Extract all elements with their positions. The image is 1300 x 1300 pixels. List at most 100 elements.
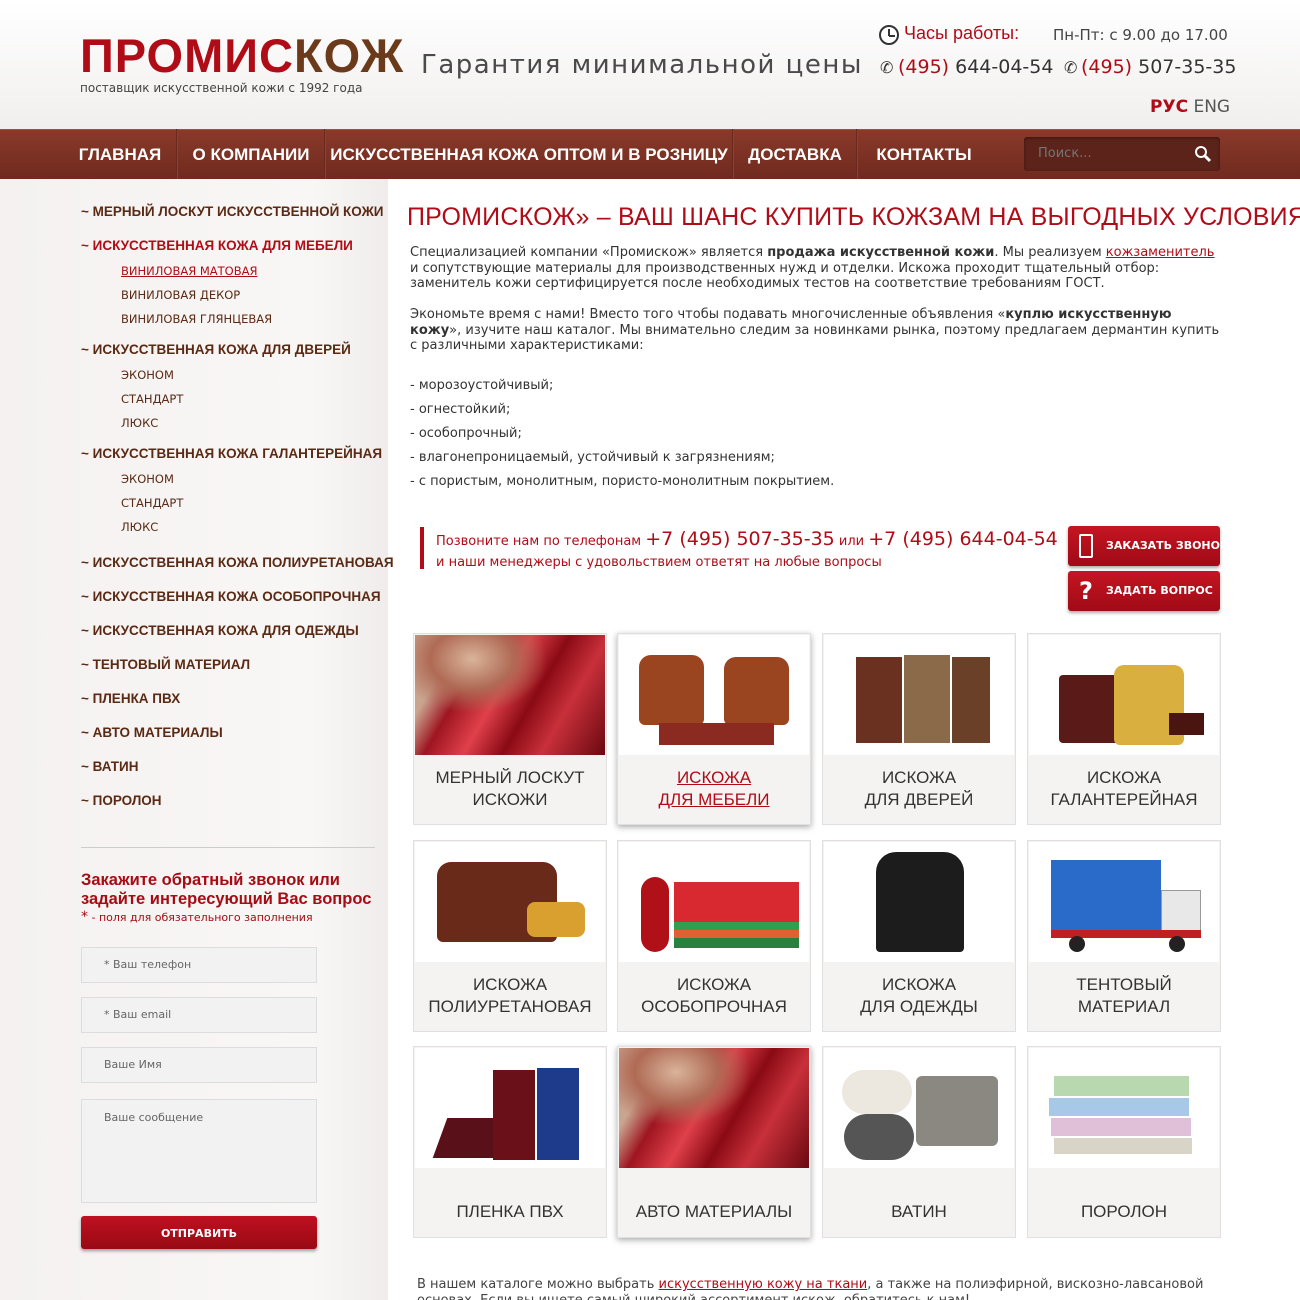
sidebar-sub-econom[interactable]: ЭКОНОМ (121, 368, 174, 382)
category-card[interactable]: ПЛЕНКА ПВХ (413, 1046, 607, 1238)
search-icon[interactable] (1194, 145, 1212, 163)
category-card[interactable]: ИСКОЖА ПОЛИУРЕТАНОВАЯ (413, 840, 607, 1032)
armchairs-photo (619, 635, 809, 755)
phone-number: 644-04-54 (949, 56, 1054, 78)
mats-photo (619, 842, 809, 962)
phone-code: (495) (1081, 56, 1133, 78)
question-icon: ? (1079, 577, 1093, 605)
sidebar-item-heavy-duty[interactable]: ~ ИСКУССТВЕННАЯ КОЖА ОСОБОПРОЧНАЯ (81, 589, 381, 604)
nav-contacts[interactable]: КОНТАКТЫ (858, 129, 990, 179)
button-label: ЗАДАТЬ ВОПРОС (1106, 584, 1213, 597)
category-card[interactable]: АВТО МАТЕРИАЛЫ (617, 1046, 811, 1238)
jacket-photo (824, 842, 1014, 962)
card-label-line1: МЕРНЫЙ ЛОСКУТ (435, 768, 585, 787)
text: Позвоните нам по телефонам (436, 534, 646, 549)
sidebar-item-furniture[interactable]: ~ ИСКУССТВЕННАЯ КОЖА ДЛЯ МЕБЕЛИ (81, 238, 353, 253)
card-label: ВАТИН (823, 1201, 1015, 1223)
call-us-line: Позвоните нам по телефонам +7 (495) 507-… (436, 528, 1058, 550)
card-label: ИСКОЖА ДЛЯ МЕБЕЛИ (618, 767, 810, 811)
nav-home[interactable]: ГЛАВНАЯ (64, 129, 176, 179)
call-phone-2[interactable]: +7 (495) 644-04-54 (868, 528, 1058, 550)
name-field[interactable]: Ваше Имя (81, 1047, 317, 1083)
lang-ru[interactable]: РУС (1150, 97, 1188, 117)
required-note: * - поля для обязательного заполнения (81, 909, 313, 925)
sidebar-item-polyurethane[interactable]: ~ ИСКУССТВЕННАЯ КОЖА ПОЛИУРЕТАНОВАЯ (81, 555, 394, 570)
page-title: ПРОМИСКОЖ» – ВАШ ШАНС КУПИТЬ КОЖЗАМ НА В… (407, 203, 1300, 231)
sidebar-item-haberdashery[interactable]: ~ ИСКУССТВЕННАЯ КОЖА ГАЛАНТЕРЕЙНАЯ (81, 446, 382, 461)
card-label-line1: АВТО МАТЕРИАЛЫ (635, 1202, 793, 1221)
card-label-line1: ИСКОЖА (881, 768, 957, 787)
intro-paragraph: Специализацией компании «Промискож» явля… (410, 245, 1225, 292)
link-fabric-leather[interactable]: искусственную кожу на ткани (659, 1277, 868, 1292)
card-label-line1: ВАТИН (891, 1202, 947, 1221)
logo-tagline: поставщик искусственной кожи с 1992 года (80, 81, 363, 95)
header-phone-1[interactable]: (495) 644-04-54 (898, 56, 1053, 78)
text: или (834, 534, 869, 549)
category-card[interactable]: ИСКОЖА ДЛЯ ОДЕЖДЫ (822, 840, 1016, 1032)
lang-en[interactable]: ENG (1193, 97, 1230, 117)
card-label-line1: ИСКОЖА (881, 975, 957, 994)
sidebar-item-foam[interactable]: ~ ПОРОЛОН (81, 793, 162, 808)
email-field[interactable]: * Ваш email (81, 997, 317, 1033)
sidebar-sub-decor[interactable]: ВИНИЛОВАЯ ДЕКОР (121, 288, 240, 302)
feature-item: - огнестойкий; (410, 402, 511, 417)
card-label-line2: ДЛЯ ОДЕЖДЫ (860, 997, 978, 1016)
sidebar-item-tent[interactable]: ~ ТЕНТОВЫЙ МАТЕРИАЛ (81, 657, 250, 672)
sidebar-item-doors[interactable]: ~ ИСКУССТВЕННАЯ КОЖА ДЛЯ ДВЕРЕЙ (81, 342, 351, 357)
second-paragraph: Экономьте время с нами! Вместо того чтоб… (410, 307, 1225, 354)
sidebar-item-batting[interactable]: ~ ВАТИН (81, 759, 139, 774)
nav-catalog[interactable]: ИСКУССТВЕННАЯ КОЖА ОПТОМ И В РОЗНИЦУ (326, 129, 732, 179)
category-card[interactable]: ПОРОЛОН (1027, 1046, 1221, 1238)
submit-button[interactable]: ОТПРАВИТЬ (81, 1216, 317, 1249)
sidebar-item-clothing[interactable]: ~ ИСКУССТВЕННАЯ КОЖА ДЛЯ ОДЕЖДЫ (81, 623, 359, 638)
card-label-line1: ТЕНТОВЫЙ (1076, 975, 1172, 994)
sidebar-item-auto[interactable]: ~ АВТО МАТЕРИАЛЫ (81, 725, 223, 740)
bags-photo (1029, 635, 1219, 755)
sidebar-sub-lux[interactable]: ЛЮКС (121, 520, 158, 534)
sidebar-sub-standard[interactable]: СТАНДАРТ (121, 392, 183, 406)
call-phone-1[interactable]: +7 (495) 507-35-35 (645, 528, 835, 550)
card-label: МЕРНЫЙ ЛОСКУТ ИСКОЖИ (414, 767, 606, 811)
sidebar-sub-standard[interactable]: СТАНДАРТ (121, 496, 183, 510)
phone-code: (495) (898, 56, 950, 78)
feature-item: - влагонепроницаемый, устойчивый к загря… (410, 450, 775, 465)
ask-question-button[interactable]: ? ЗАДАТЬ ВОПРОС (1068, 571, 1220, 611)
sidebar-sub-glossy[interactable]: ВИНИЛОВАЯ ГЛЯНЦЕВАЯ (121, 312, 272, 326)
sidebar-item-scraps[interactable]: ~ МЕРНЫЙ ЛОСКУТ ИСКУССТВЕННОЙ КОЖИ (81, 204, 384, 219)
rolls-photo (824, 1048, 1014, 1168)
order-call-button[interactable]: ЗАКАЗАТЬ ЗВОНОК (1068, 526, 1229, 566)
nav-about[interactable]: О КОМПАНИИ (178, 129, 324, 179)
category-card[interactable]: ИСКОЖА ДЛЯ ДВЕРЕЙ (822, 633, 1016, 825)
button-label: ЗАКАЗАТЬ ЗВОНОК (1106, 539, 1229, 552)
link-leather-substitute[interactable]: кожзаменитель (1106, 245, 1215, 260)
card-label-line2: ПОЛИУРЕТАНОВАЯ (428, 997, 592, 1016)
search-box (1024, 137, 1220, 171)
category-card[interactable]: ИСКОЖА ОСОБОПРОЧНАЯ (617, 840, 811, 1032)
feature-item: - морозоустойчивый; (410, 378, 554, 393)
card-label-line2: ДЛЯ МЕБЕЛИ (658, 790, 770, 809)
category-card[interactable]: ИСКОЖА ГАЛАНТЕРЕЙНАЯ (1027, 633, 1221, 825)
header-phone-2[interactable]: (495) 507-35-35 (1081, 56, 1236, 78)
text: Экономьте время с нами! Вместо того чтоб… (410, 307, 1006, 322)
header-slogan: Гарантия минимальной цены (421, 50, 863, 80)
feature-item: - особопрочный; (410, 426, 522, 441)
sidebar-item-pvc[interactable]: ~ ПЛЕНКА ПВХ (81, 691, 180, 706)
phone-field[interactable]: * Ваш телефон (81, 947, 317, 983)
nav-delivery[interactable]: ДОСТАВКА (734, 129, 856, 179)
category-card[interactable]: МЕРНЫЙ ЛОСКУТ ИСКОЖИ (413, 633, 607, 825)
search-input[interactable] (1038, 137, 1188, 171)
sidebar-sub-matte[interactable]: ВИНИЛОВАЯ МАТОВАЯ (121, 264, 257, 278)
sidebar-sub-econom[interactable]: ЭКОНОМ (121, 472, 174, 486)
site-logo[interactable]: ПРОМИСКОЖ (80, 32, 404, 80)
callback-form-title: Закажите обратный звонок или задайте инт… (81, 871, 372, 908)
category-card[interactable]: ВАТИН (822, 1046, 1016, 1238)
text: и сопутствующие материалы для производст… (410, 260, 1160, 292)
feature-item: - с пористым, монолитным, пористо-моноли… (410, 474, 835, 489)
category-card[interactable]: ИСКОЖА ДЛЯ МЕБЕЛИ (617, 633, 811, 825)
sidebar-sub-lux[interactable]: ЛЮКС (121, 416, 158, 430)
message-field[interactable]: Ваше сообщение (81, 1099, 317, 1203)
card-label: ПОРОЛОН (1028, 1201, 1220, 1223)
category-card[interactable]: ТЕНТОВЫЙ МАТЕРИАЛ (1027, 840, 1221, 1032)
card-label: ТЕНТОВЫЙ МАТЕРИАЛ (1028, 974, 1220, 1018)
logo-text-red: ПРОМИС (80, 29, 294, 82)
